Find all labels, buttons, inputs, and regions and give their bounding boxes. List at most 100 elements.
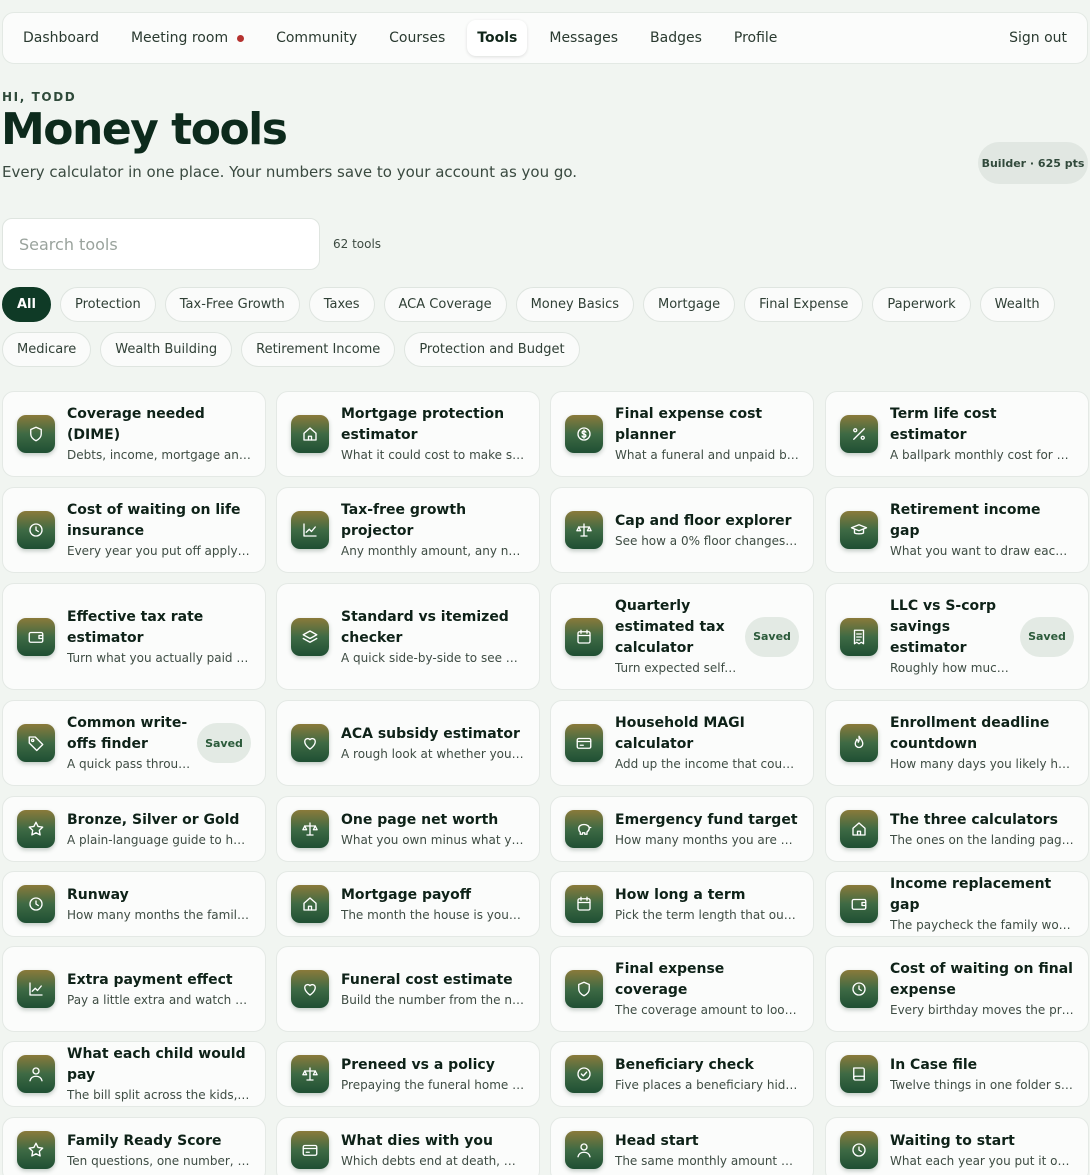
filter-chip-wealth[interactable]: Wealth — [979, 287, 1055, 322]
nav-item-courses[interactable]: Courses — [379, 20, 455, 56]
tool-card-title: How long a term — [615, 886, 746, 903]
filter-chip-aca-coverage[interactable]: ACA Coverage — [383, 287, 507, 322]
nav-item-badges[interactable]: Badges — [640, 20, 712, 56]
tool-card[interactable]: Runway How many months the family could k… — [2, 871, 266, 937]
greeting: HI, TODD — [2, 90, 77, 104]
tool-card[interactable]: One page net worth What you own minus wha… — [276, 796, 540, 862]
tool-card-description: What a funeral and unpaid bills might co… — [615, 448, 799, 462]
tool-card-description: Ten questions, one number, and what to f… — [67, 1153, 251, 1168]
nav-item-messages[interactable]: Messages — [539, 20, 628, 56]
tool-card-text: Income replacement gap The paycheck the f… — [890, 874, 1074, 934]
tool-card[interactable]: Term life cost estimator A ballpark month… — [825, 391, 1089, 477]
tool-card[interactable]: Tax-free growth projector Any monthly amo… — [276, 487, 540, 573]
tool-card-text: ACA subsidy estimator A rough look at whe… — [341, 724, 525, 763]
filter-chip-medicare[interactable]: Medicare — [2, 332, 92, 367]
tool-card[interactable]: Quarterly estimated tax calculator Turn e… — [550, 583, 814, 690]
filter-chip-all[interactable]: All — [2, 287, 51, 322]
tool-card[interactable]: The three calculators The ones on the lan… — [825, 796, 1089, 862]
filter-chip-mortgage[interactable]: Mortgage — [643, 287, 736, 322]
filter-chip-taxes[interactable]: Taxes — [308, 287, 375, 322]
tool-card[interactable]: ACA subsidy estimator A rough look at whe… — [276, 700, 540, 786]
filter-chip-tax-free-growth[interactable]: Tax-Free Growth — [164, 287, 300, 322]
tool-card[interactable]: What dies with you Which debts end at dea… — [276, 1117, 540, 1175]
tool-card-title: The three calculators — [890, 811, 1058, 828]
tool-card-text: Waiting to start What each year you put i… — [890, 1131, 1074, 1170]
tool-card[interactable]: Bronze, Silver or Gold A plain-language g… — [2, 796, 266, 862]
tool-card-description: The bill split across the kids, dollar f… — [67, 1088, 251, 1102]
sign-out-link[interactable]: Sign out — [999, 20, 1077, 56]
tool-card[interactable]: Cap and floor explorer See how a 0% floor… — [550, 487, 814, 573]
tool-card[interactable]: Enrollment deadline countdown How many da… — [825, 700, 1089, 786]
nav-item-profile[interactable]: Profile — [724, 20, 788, 56]
tool-card-text: LLC vs S-corp savings estimator Roughly h… — [890, 596, 1014, 677]
tool-card-description: See how a 0% floor changes a bad year — [615, 533, 799, 548]
tool-card-description: Every birthday moves the price up a litt… — [890, 1003, 1074, 1017]
tool-card[interactable]: Income replacement gap The paycheck the f… — [825, 871, 1089, 937]
nav-item-meeting-room[interactable]: Meeting room — [121, 20, 254, 56]
tool-card[interactable]: Extra payment effect Pay a little extra a… — [2, 946, 266, 1032]
tool-card-title: LLC vs S-corp savings estimator — [890, 598, 997, 656]
tool-card[interactable]: Retirement income gap What you want to dr… — [825, 487, 1089, 573]
tool-card[interactable]: Beneficiary check Five places a beneficia… — [550, 1041, 814, 1107]
tool-card-description: Turn expected self-employment income int… — [615, 661, 739, 675]
tool-card-title: Common write-offs finder — [67, 715, 188, 752]
nav-item-label: Profile — [733, 30, 778, 46]
tool-card-title: Quarterly estimated tax calculator — [615, 598, 725, 656]
tool-card[interactable]: Preneed vs a policy Prepaying the funeral… — [276, 1041, 540, 1107]
tool-card-description: A quick side-by-side to see which one wi… — [341, 650, 525, 665]
tool-card-text: Emergency fund target How many months you… — [615, 810, 799, 849]
tool-card-text: Term life cost estimator A ballpark month… — [890, 404, 1074, 464]
nav-item-community[interactable]: Community — [266, 20, 367, 56]
tool-card[interactable]: How long a term Pick the term length that… — [550, 871, 814, 937]
tool-card-description: A rough look at whether your income qual… — [341, 746, 525, 761]
nav-item-dashboard[interactable]: Dashboard — [13, 20, 109, 56]
filter-chips: All Protection Tax-Free Growth Taxes ACA Cov… — [2, 287, 1062, 367]
tool-card-description: Prepaying the funeral home next to a pol… — [341, 1077, 525, 1092]
filter-chip-wealth-building[interactable]: Wealth Building — [100, 332, 233, 367]
card-icon — [565, 724, 603, 762]
tool-card[interactable]: Head start The same monthly amount starte… — [550, 1117, 814, 1175]
tool-card-text: How long a term Pick the term length that… — [615, 885, 799, 924]
tool-card-description: The ones on the landing pages, all in on… — [890, 832, 1074, 847]
tool-card[interactable]: What each child would pay The bill split … — [2, 1041, 266, 1107]
filter-chip-protection[interactable]: Protection — [59, 287, 156, 322]
tool-card[interactable]: Emergency fund target How many months you… — [550, 796, 814, 862]
tool-card-title: Cap and floor explorer — [615, 512, 792, 529]
calendar-icon — [565, 617, 603, 656]
filter-chip-paperwork[interactable]: Paperwork — [872, 287, 971, 322]
tool-card[interactable]: Mortgage protection estimator What it cou… — [276, 391, 540, 477]
nav-item-label: Community — [276, 30, 358, 46]
tool-card[interactable]: Common write-offs finder A quick pass thr… — [2, 700, 266, 786]
search-input[interactable] — [2, 218, 320, 270]
nav-item-tools[interactable]: Tools — [467, 20, 528, 56]
tool-card[interactable]: Mortgage payoff The month the house is yo… — [276, 871, 540, 937]
tool-card[interactable]: Household MAGI calculator Add up the inco… — [550, 700, 814, 786]
tool-card-text: Extra payment effect Pay a little extra a… — [67, 970, 251, 1009]
tool-card-description: The paycheck the family would need repla… — [890, 918, 1074, 932]
tool-card[interactable]: Standard vs itemized checker A quick side… — [276, 583, 540, 690]
tool-card[interactable]: Cost of waiting on final expense Every bi… — [825, 946, 1089, 1032]
home-icon — [291, 885, 329, 923]
tool-card[interactable]: Coverage needed (DIME) Debts, income, mor… — [2, 391, 266, 477]
page-title: Money tools — [1, 104, 288, 155]
tool-card[interactable]: Family Ready Score Ten questions, one num… — [2, 1117, 266, 1175]
clock-icon — [17, 885, 55, 923]
tool-card[interactable]: Funeral cost estimate Build the number fr… — [276, 946, 540, 1032]
filter-chip-retirement-income[interactable]: Retirement Income — [241, 332, 396, 367]
tool-card[interactable]: Effective tax rate estimator Turn what yo… — [2, 583, 266, 690]
nav-item-label: Meeting room — [130, 30, 229, 46]
filter-chip-protection-and-budget[interactable]: Protection and Budget — [404, 332, 580, 367]
tool-card[interactable]: Waiting to start What each year you put i… — [825, 1117, 1089, 1175]
tool-card[interactable]: LLC vs S-corp savings estimator Roughly h… — [825, 583, 1089, 690]
tool-card[interactable]: In Case file Twelve things in one folder … — [825, 1041, 1089, 1107]
tool-card[interactable]: Final expense cost planner What a funeral… — [550, 391, 814, 477]
tool-card-description: Twelve things in one folder so the famil… — [890, 1077, 1074, 1092]
tool-card-description: How many months the family could keep go… — [67, 907, 251, 922]
tool-card[interactable]: Final expense coverage The coverage amoun… — [550, 946, 814, 1032]
filter-chip-final-expense[interactable]: Final Expense — [744, 287, 864, 322]
filter-chip-money-basics[interactable]: Money Basics — [515, 287, 635, 322]
tool-card[interactable]: Cost of waiting on life insurance Every y… — [2, 487, 266, 573]
notification-dot — [237, 34, 245, 42]
scale-icon — [291, 1055, 329, 1093]
tool-card-text: Quarterly estimated tax calculator Turn e… — [615, 596, 739, 677]
